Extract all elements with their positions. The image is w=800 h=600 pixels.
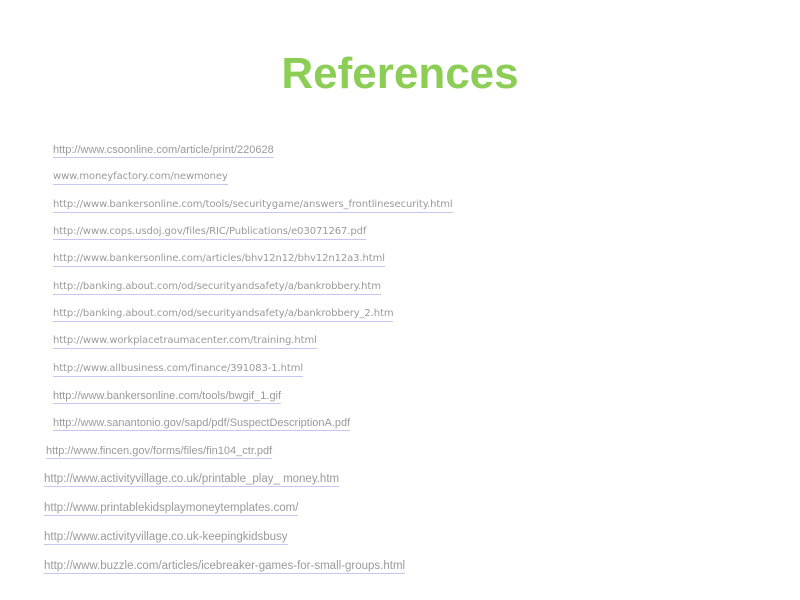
- reference-link[interactable]: http://www.bankersonline.com/tools/bwgif…: [53, 389, 282, 404]
- references-list: http://www.csoonline.com/article/print/2…: [0, 0, 800, 600]
- reference-link[interactable]: http://www.activityvillage.co.uk-keeping…: [44, 530, 288, 545]
- reference-link[interactable]: http://www.bankersonline.com/tools/secur…: [53, 198, 453, 213]
- reference-link[interactable]: http://www.sanantonio.gov/sapd/pdf/Suspe…: [53, 416, 351, 431]
- reference-link[interactable]: http://www.workplacetraumacenter.com/tra…: [53, 334, 317, 349]
- reference-link[interactable]: www.moneyfactory.com/newmoney: [53, 170, 228, 185]
- reference-link[interactable]: http://www.allbusiness.com/finance/39108…: [53, 362, 303, 377]
- reference-link[interactable]: http://www.cops.usdoj.gov/files/RIC/Publ…: [53, 225, 366, 240]
- reference-link[interactable]: http://banking.about.com/od/securityands…: [53, 280, 381, 295]
- reference-link[interactable]: http://www.buzzle.com/articles/icebreake…: [44, 559, 406, 574]
- reference-link[interactable]: http://www.bankersonline.com/articles/bh…: [53, 252, 385, 267]
- reference-link[interactable]: http://www.csoonline.com/article/print/2…: [53, 143, 274, 158]
- reference-link[interactable]: http://www.activityvillage.co.uk/printab…: [44, 472, 340, 487]
- reference-link[interactable]: http://www.fincen.gov/forms/files/fin104…: [46, 444, 273, 459]
- reference-link[interactable]: http://banking.about.com/od/securityands…: [53, 307, 394, 322]
- reference-link[interactable]: http://www.printablekidsplaymoneytemplat…: [44, 501, 299, 516]
